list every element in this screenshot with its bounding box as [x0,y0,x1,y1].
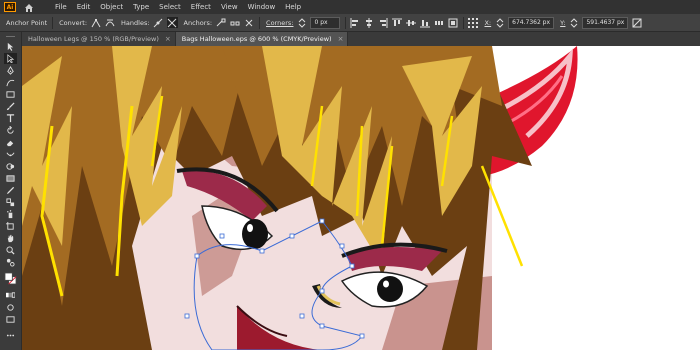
align-to-icon[interactable] [447,17,458,28]
draw-mode-icon[interactable] [4,302,17,313]
right-pupil [377,276,403,302]
align-center-icon[interactable] [363,17,374,28]
screen-mode-icon[interactable] [4,314,17,325]
separator [463,16,465,29]
tools-panel [0,32,22,350]
cut-path-icon[interactable] [243,17,254,28]
tab-label: Halloween Legs @ 150 % (RGB/Preview) [28,35,159,43]
selection-tool-icon[interactable] [4,41,17,52]
close-icon[interactable]: × [338,32,344,46]
type-tool-icon[interactable] [4,113,17,124]
tab-label: Bags Halloween.eps @ 600 % (CMYK/Preview… [181,35,332,43]
align-bottom-icon[interactable] [419,17,430,28]
separator [52,16,54,29]
separator [345,16,347,29]
fill-stroke-icon[interactable] [4,270,17,286]
x-label: X: [484,18,492,27]
close-icon[interactable]: × [165,32,171,46]
blend-tool-icon[interactable] [4,197,17,208]
menu-list: File Edit Object Type Select Effect View… [50,0,306,14]
halloween-girl-artwork[interactable] [22,46,700,350]
home-icon[interactable] [22,1,36,13]
menu-type[interactable]: Type [128,0,154,14]
paintbrush-tool-icon[interactable] [4,101,17,112]
connect-anchors-icon[interactable] [229,17,240,28]
document-tabs: Halloween Legs @ 150 % (RGB/Preview) × B… [22,32,700,46]
convert-label: Convert: [59,18,88,27]
zoom-tool-icon[interactable] [4,245,17,256]
hand-tool-icon[interactable] [4,233,17,244]
corners-label: Corners: [266,18,294,27]
menu-view[interactable]: View [216,0,243,14]
menu-bar: Ai File Edit Object Type Select Effect V… [0,0,700,14]
reference-point-icon[interactable] [467,17,478,28]
rotate-tool-icon[interactable] [4,125,17,136]
menu-edit[interactable]: Edit [72,0,96,14]
align-middle-icon[interactable] [405,17,416,28]
panel-grip-icon[interactable] [4,34,17,38]
corner-stepper-icon[interactable] [296,17,307,28]
tab-bags-halloween[interactable]: Bags Halloween.eps @ 600 % (CMYK/Preview… [175,32,349,46]
artboard-canvas[interactable] [22,46,700,350]
menu-effect[interactable]: Effect [186,0,216,14]
color-mode-icon[interactable] [4,290,17,301]
show-handles-icon[interactable] [153,17,164,28]
width-tool-icon[interactable] [4,149,17,160]
menu-window[interactable]: Window [243,0,281,14]
curvature-tool-icon[interactable] [4,77,17,88]
convert-to-smooth-icon[interactable] [104,17,115,28]
x-input[interactable]: 674.7362 px [508,16,555,29]
tool-name-label: Anchor Point [6,18,48,27]
menu-object[interactable]: Object [95,0,128,14]
artboard-tool-icon[interactable] [4,221,17,232]
illustrator-logo: Ai [4,2,16,12]
anchors-label: Anchors: [183,18,213,27]
separator [259,16,261,29]
convert-to-corner-icon[interactable] [90,17,101,28]
transform-icon[interactable] [631,17,642,28]
rectangle-tool-icon[interactable] [4,89,17,100]
align-left-icon[interactable] [349,17,360,28]
direct-selection-tool-icon[interactable] [4,53,17,64]
x-stepper-icon[interactable] [494,17,505,28]
remove-anchor-icon[interactable] [215,17,226,28]
align-right-icon[interactable] [377,17,388,28]
align-top-icon[interactable] [391,17,402,28]
y-label: Y: [560,18,566,27]
distribute-icon[interactable] [433,17,444,28]
control-bar: Anchor Point Convert: Handles: Anchors: … [0,14,700,32]
hide-handles-icon[interactable] [166,17,178,28]
left-pupil [242,219,268,249]
corners-input[interactable]: 0 px [310,16,341,29]
menu-help[interactable]: Help [280,0,306,14]
handles-label: Handles: [121,18,150,27]
swap-colors-icon[interactable] [4,257,17,268]
symbol-sprayer-tool-icon[interactable] [4,209,17,220]
y-stepper-icon[interactable] [568,17,579,28]
menu-file[interactable]: File [50,0,72,14]
gradient-tool-icon[interactable] [4,173,17,184]
y-input[interactable]: 591.4637 px [582,16,629,29]
eraser-tool-icon[interactable] [4,137,17,148]
menu-select[interactable]: Select [154,0,186,14]
eyedropper-tool-icon[interactable] [4,185,17,196]
pen-tool-icon[interactable] [4,65,17,76]
shape-builder-tool-icon[interactable] [4,161,17,172]
tab-halloween-legs[interactable]: Halloween Legs @ 150 % (RGB/Preview) × [22,32,176,46]
more-tools-icon[interactable] [4,330,17,341]
